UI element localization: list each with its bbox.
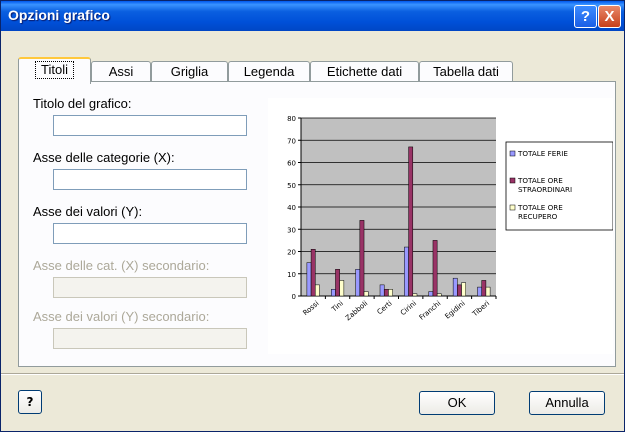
x-tick-label: Certi xyxy=(376,299,394,316)
y-axis-title-field[interactable] xyxy=(53,223,247,244)
bar-zabboli-1 xyxy=(355,269,361,297)
bar-zabboli-2 xyxy=(359,220,365,297)
bar-rossi-3 xyxy=(315,284,320,297)
legend-label-3: RECUPERO xyxy=(518,212,558,221)
bar-certi-3 xyxy=(388,289,393,297)
secondary-y-axis-title-label: Asse dei valori (Y) secondario: xyxy=(33,309,210,324)
x-tick-label: Tiberi xyxy=(470,299,491,318)
legend-label-2: STRAORDINARI xyxy=(518,185,572,194)
x-tick-label: Rossi xyxy=(301,299,320,317)
bar-rossi-1 xyxy=(306,262,312,297)
tab-legenda[interactable]: Legenda xyxy=(228,61,310,82)
x-axis-title-label: Asse delle categorie (X): xyxy=(33,150,175,165)
legend-label-1: TOTALE FERIE xyxy=(517,149,568,158)
bar-tini-3 xyxy=(339,280,345,297)
secondary-x-axis-title-label: Asse delle cat. (X) secondario: xyxy=(33,258,210,273)
x-tick-label: Egidini xyxy=(444,299,467,320)
y-tick-label: 70 xyxy=(287,137,296,145)
bar-franchi-2 xyxy=(432,240,438,297)
y-tick-label: 50 xyxy=(287,182,296,190)
chart-title-label: Titolo del grafico: xyxy=(33,96,132,111)
x-tick-label: Cirini xyxy=(399,299,418,317)
bar-franchi-1 xyxy=(428,291,434,297)
x-tick-label: Tini xyxy=(329,299,344,314)
y-tick-label: 0 xyxy=(292,293,296,301)
legend-label-2: TOTALE ORE xyxy=(517,176,563,185)
tab-tabella-dati[interactable]: Tabella dati xyxy=(419,61,513,82)
legend-swatch-2 xyxy=(509,177,516,184)
legend-swatch-1 xyxy=(509,150,516,157)
bar-cirini-3 xyxy=(412,293,418,297)
bar-cirini-1 xyxy=(404,246,409,297)
x-tick-label: Zabboli xyxy=(344,299,369,322)
tab-griglia[interactable]: Griglia xyxy=(151,61,228,82)
y-tick-label: 20 xyxy=(287,249,296,257)
bar-tini-2 xyxy=(335,269,340,297)
y-tick-label: 80 xyxy=(287,115,296,123)
chart-preview: 0 10 20 30 40 50 60 70 80 Rossi Tini Zabboli Certi Ci… xyxy=(268,98,614,354)
tab-titoli[interactable]: Titoli xyxy=(18,57,91,84)
tab-assi[interactable]: Assi xyxy=(91,61,151,82)
bar-certi-2 xyxy=(383,289,389,297)
y-tick-label: 10 xyxy=(287,271,296,279)
title-bar: Opzioni grafico ? X xyxy=(1,1,624,31)
bar-franchi-3 xyxy=(436,293,442,297)
bar-tiberi-3 xyxy=(485,286,491,297)
bar-tiberi-1 xyxy=(477,286,482,297)
ok-button[interactable]: OK xyxy=(419,391,495,415)
tab-panel-titoli: Titolo del grafico: Asse delle categorie… xyxy=(18,81,616,367)
help-icon: ? xyxy=(26,395,34,409)
y-axis-title-label: Asse dei valori (Y): xyxy=(33,204,143,219)
title-help-button[interactable]: ? xyxy=(574,5,597,28)
secondary-y-axis-title-field xyxy=(53,328,247,349)
footer-separator xyxy=(1,373,624,375)
bar-certi-1 xyxy=(379,284,385,297)
x-axis-title-field[interactable] xyxy=(53,169,247,190)
legend-swatch-3 xyxy=(509,204,516,211)
close-button[interactable]: X xyxy=(598,5,621,28)
help-button[interactable]: ? xyxy=(18,390,42,414)
chart-preview-svg: 0 10 20 30 40 50 60 70 80 Rossi Tini Zabboli Certi Ci… xyxy=(287,115,614,322)
bar-rossi-2 xyxy=(310,249,316,297)
bar-tini-1 xyxy=(331,289,336,297)
legend-label-3: TOTALE ORE xyxy=(517,203,563,212)
bar-zabboli-3 xyxy=(363,291,369,297)
y-tick-label: 40 xyxy=(287,204,296,212)
chart-title-field[interactable] xyxy=(53,115,247,136)
bar-egidini-3 xyxy=(461,282,466,297)
secondary-x-axis-title-field xyxy=(53,277,247,298)
x-tick-label: Franchi xyxy=(418,299,443,321)
bar-egidini-1 xyxy=(452,277,458,297)
cancel-button[interactable]: Annulla xyxy=(529,391,605,415)
dialog-title: Opzioni grafico xyxy=(8,7,110,23)
tab-etichette-dati[interactable]: Etichette dati xyxy=(310,61,419,82)
y-tick-label: 60 xyxy=(287,160,296,168)
bar-tiberi-2 xyxy=(481,280,487,297)
y-tick-label: 30 xyxy=(287,226,296,234)
bar-egidini-2 xyxy=(457,284,462,297)
chart-options-dialog: Opzioni grafico ? X Titoli Assi Griglia … xyxy=(0,0,625,432)
bar-cirini-2 xyxy=(408,146,414,297)
